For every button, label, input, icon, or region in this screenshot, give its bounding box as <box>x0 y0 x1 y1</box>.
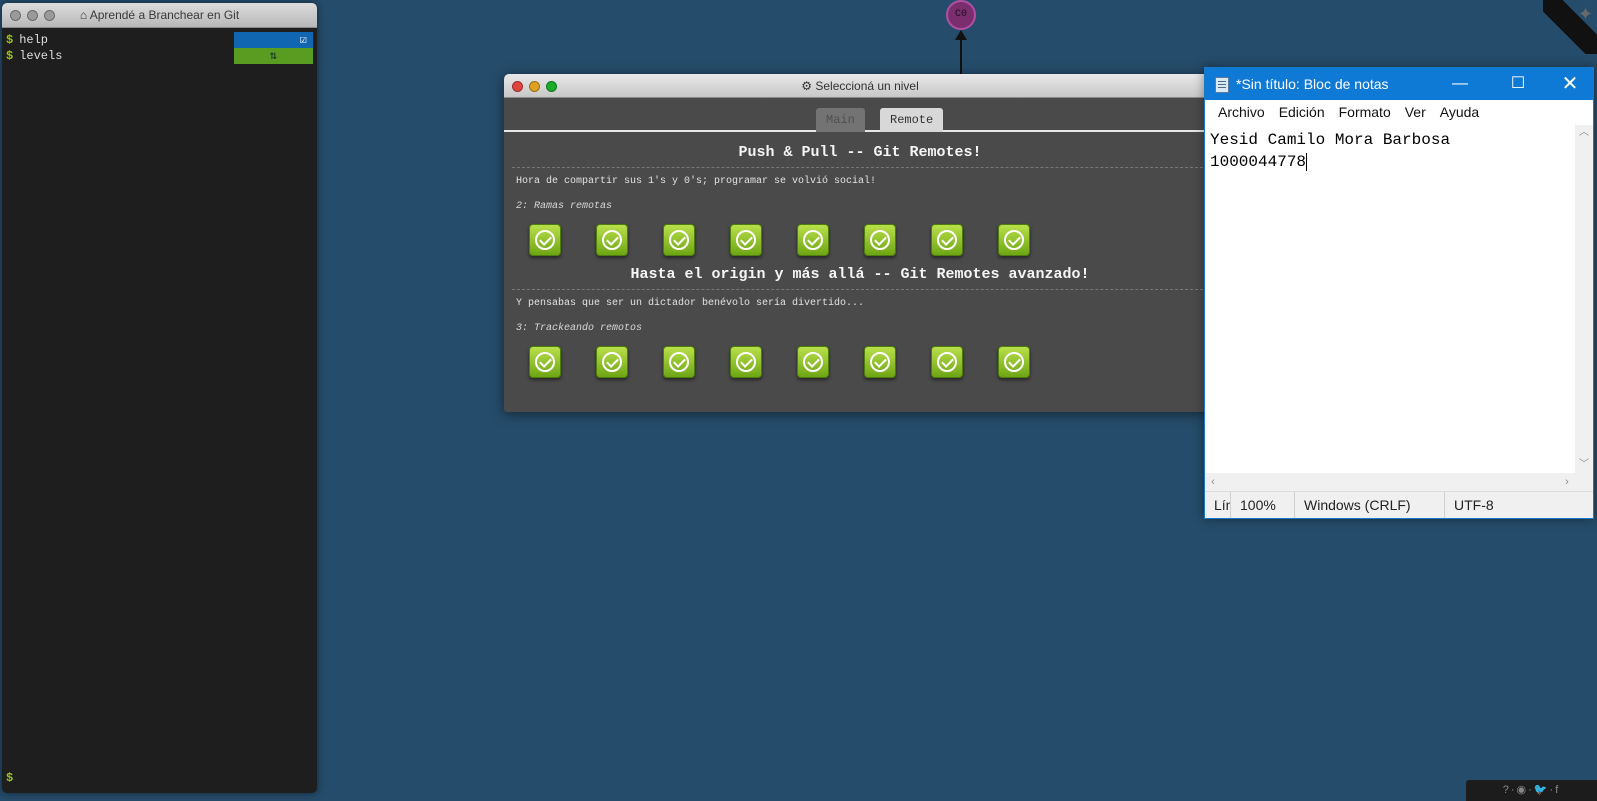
tab-main[interactable]: Main <box>816 108 865 132</box>
notepad-icon <box>1215 77 1229 93</box>
globe-icon[interactable]: ◉ <box>1517 784 1529 796</box>
section-title: Push & Pull -- Git Remotes! <box>512 144 1208 168</box>
scroll-down-icon[interactable]: ﹀ <box>1575 457 1593 473</box>
menu-formato[interactable]: Formato <box>1332 100 1398 125</box>
section-subtitle: 3: Trackeando remotos <box>516 323 643 334</box>
text-line: Yesid Camilo Mora Barbosa <box>1210 131 1451 149</box>
commit-arrow <box>960 32 962 76</box>
resize-corner[interactable] <box>1575 473 1593 491</box>
level-button[interactable] <box>596 224 628 256</box>
checkmark-icon <box>602 230 622 250</box>
facebook-icon[interactable]: f <box>1555 784 1560 796</box>
status-zoom: 100% <box>1231 492 1295 518</box>
status-position: Lín <box>1205 492 1231 518</box>
notepad-titlebar: *Sin título: Bloc de notas — ☐ ✕ <box>1205 68 1593 100</box>
level-button[interactable] <box>797 346 829 378</box>
text-editor[interactable]: Yesid Camilo Mora Barbosa 1000044778 <box>1205 125 1575 473</box>
robot-icon: ✦ <box>1577 4 1593 24</box>
dialog-title: Seleccioná un nivel <box>815 79 919 93</box>
status-line-ending: Windows (CRLF) <box>1295 492 1445 518</box>
corner-ribbon[interactable]: ✦ <box>1543 0 1597 54</box>
checkbox-icon[interactable]: ☑ <box>234 32 313 48</box>
scroll-up-icon[interactable]: ︿ <box>1575 125 1593 141</box>
checkmark-icon <box>736 230 756 250</box>
sync-icon[interactable]: ⇅ <box>234 48 313 64</box>
checkmark-icon <box>870 352 890 372</box>
menu-ver[interactable]: Ver <box>1398 100 1433 125</box>
terminal-title: Aprendé a Branchear en Git <box>89 8 240 22</box>
checkmark-icon <box>669 352 689 372</box>
section-description: Y pensabas que ser un dictador benévolo … <box>516 298 865 309</box>
minimize-button[interactable]: — <box>1437 68 1483 100</box>
checkmark-icon <box>602 352 622 372</box>
level-button[interactable] <box>730 346 762 378</box>
home-icon: ⌂ <box>79 8 90 22</box>
terminal-command: help <box>19 33 49 47</box>
menu-edicion[interactable]: Edición <box>1272 100 1332 125</box>
notepad-window: *Sin título: Bloc de notas — ☐ ✕ Archivo… <box>1204 67 1594 519</box>
prompt-symbol: $ <box>6 49 14 63</box>
text-line: 1000044778 <box>1210 153 1307 171</box>
menu-bar: Archivo Edición Formato Ver Ayuda <box>1205 100 1593 125</box>
status-bar: Lín 100% Windows (CRLF) UTF-8 <box>1205 491 1593 518</box>
checkmark-icon <box>669 230 689 250</box>
terminal-line-help: $ help ☑ <box>2 32 317 48</box>
maximize-button[interactable]: ☐ <box>1495 68 1541 100</box>
level-button[interactable] <box>931 224 963 256</box>
level-button[interactable] <box>663 224 695 256</box>
menu-ayuda[interactable]: Ayuda <box>1433 100 1486 125</box>
scroll-left-icon[interactable]: ‹ <box>1205 473 1221 491</box>
checkmark-icon <box>870 230 890 250</box>
level-button[interactable] <box>864 346 896 378</box>
level-button[interactable] <box>931 346 963 378</box>
level-button[interactable] <box>596 346 628 378</box>
level-select-dialog: ⚙ Seleccioná un nivel Main Remote Push &… <box>504 74 1216 412</box>
checkmark-icon <box>937 352 957 372</box>
level-row <box>529 346 1216 378</box>
level-button[interactable] <box>998 224 1030 256</box>
section-description: Hora de compartir sus 1's y 0's; program… <box>516 176 877 187</box>
section-title: Hasta el origin y más allá -- Git Remote… <box>512 266 1208 290</box>
checkmark-icon <box>803 230 823 250</box>
close-button[interactable]: ✕ <box>1547 68 1593 100</box>
level-button[interactable] <box>864 224 896 256</box>
checkmark-icon <box>1004 230 1024 250</box>
prompt-symbol: $ <box>6 33 14 47</box>
text-caret <box>1306 153 1308 171</box>
level-button[interactable] <box>998 346 1030 378</box>
social-links-bar: ?·◉·🐦·f <box>1466 780 1597 801</box>
vertical-scrollbar[interactable]: ︿ ﹀ <box>1575 125 1593 473</box>
scroll-right-icon[interactable]: › <box>1559 473 1575 491</box>
level-row <box>529 224 1216 256</box>
checkmark-icon <box>535 352 555 372</box>
checkmark-icon <box>803 352 823 372</box>
tab-bar: Main Remote <box>504 98 1216 132</box>
level-button[interactable] <box>797 224 829 256</box>
checkmark-icon <box>1004 352 1024 372</box>
horizontal-scrollbar[interactable]: ‹ › <box>1205 473 1575 491</box>
terminal-window: ⌂ Aprendé a Branchear en Git $ help ☑ $ le… <box>2 3 317 793</box>
notepad-title: *Sin título: Bloc de notas <box>1236 76 1389 92</box>
level-button[interactable] <box>663 346 695 378</box>
checkmark-icon <box>535 230 555 250</box>
level-button[interactable] <box>730 224 762 256</box>
level-button[interactable] <box>529 346 561 378</box>
terminal-input-prompt[interactable]: $ <box>6 771 13 785</box>
gear-icon: ⚙ <box>801 79 816 93</box>
checkmark-icon <box>937 230 957 250</box>
status-encoding: UTF-8 <box>1454 497 1494 513</box>
checkmark-icon <box>736 352 756 372</box>
dialog-titlebar: ⚙ Seleccioná un nivel <box>504 74 1216 98</box>
help-icon[interactable]: ? <box>1503 784 1511 796</box>
terminal-titlebar: ⌂ Aprendé a Branchear en Git <box>2 3 317 28</box>
twitter-icon[interactable]: 🐦 <box>1534 784 1550 796</box>
menu-archivo[interactable]: Archivo <box>1211 100 1272 125</box>
terminal-line-levels: $ levels ⇅ <box>2 48 317 64</box>
level-button[interactable] <box>529 224 561 256</box>
terminal-command: levels <box>19 49 63 63</box>
tab-remote[interactable]: Remote <box>880 108 944 132</box>
section-subtitle: 2: Ramas remotas <box>516 201 613 212</box>
commit-node[interactable]: C0 <box>946 0 976 30</box>
